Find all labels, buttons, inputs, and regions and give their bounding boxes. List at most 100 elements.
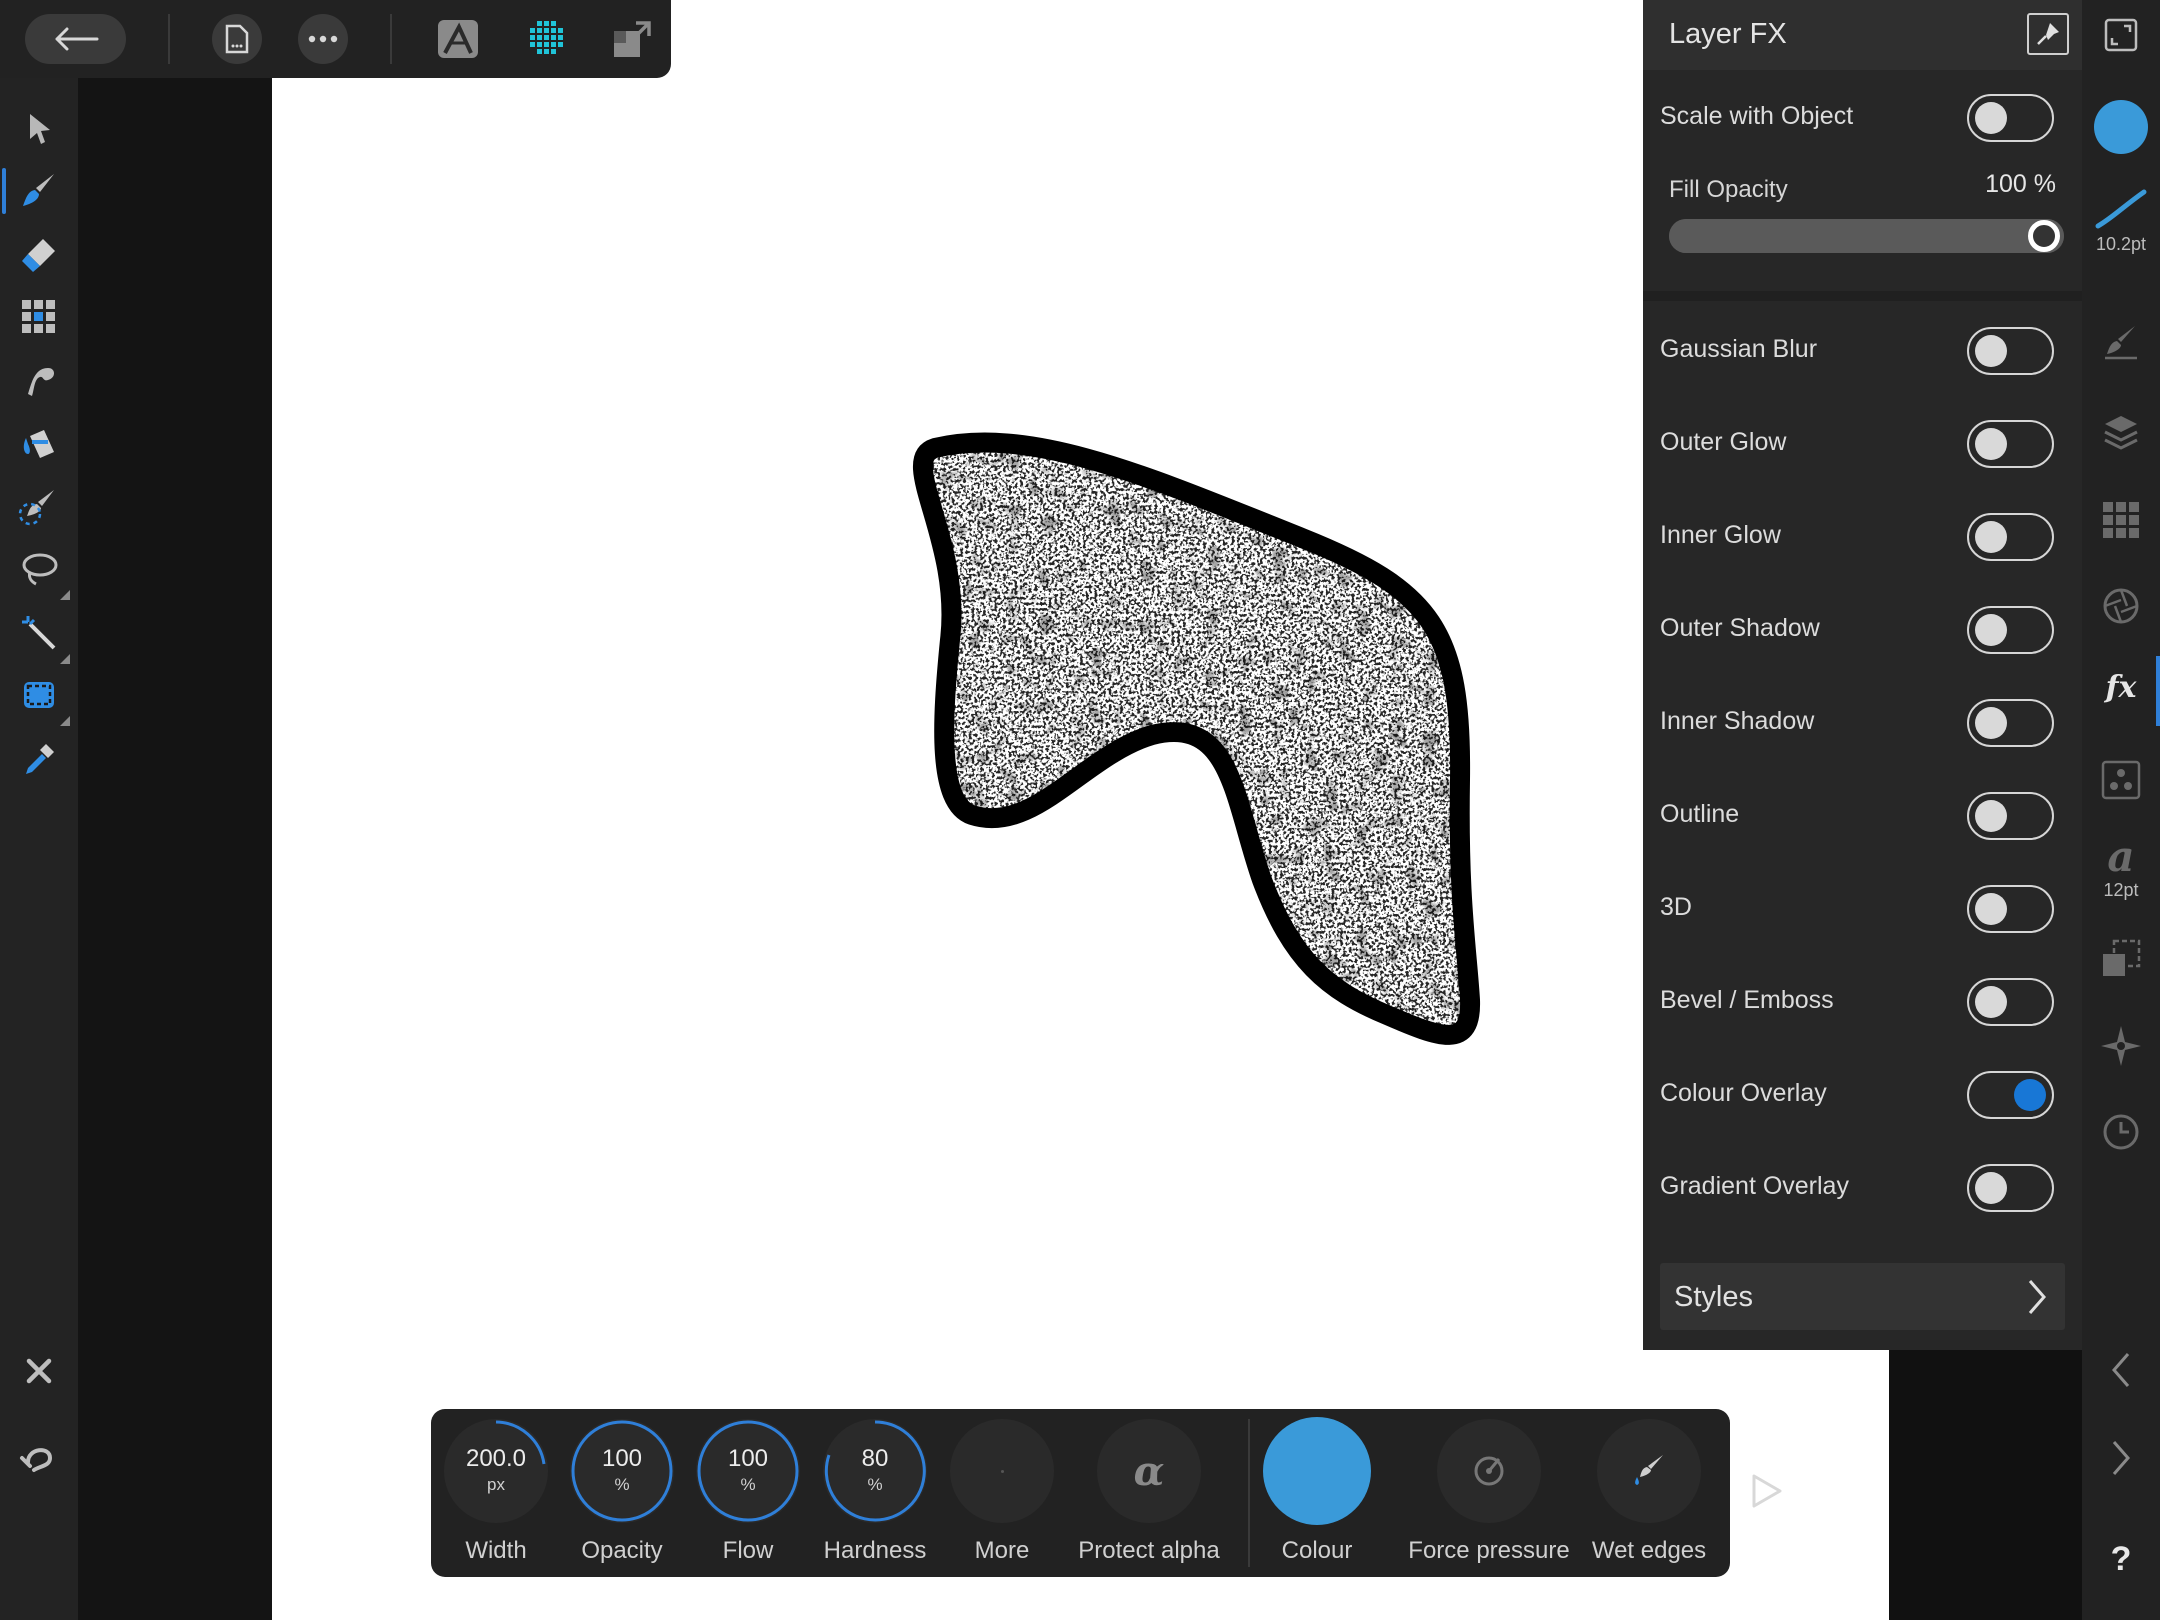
opacity-control[interactable]: 100 % Opacity (566, 1419, 678, 1565)
force-pressure-control[interactable]: Force pressure (1391, 1419, 1587, 1565)
document-menu-button[interactable] (212, 14, 262, 64)
fill-opacity-slider[interactable] (1669, 219, 2064, 253)
delete-action[interactable] (14, 1612, 64, 1620)
wet-edges-button[interactable] (1597, 1419, 1701, 1523)
photo-persona-button[interactable] (433, 14, 483, 64)
pin-button[interactable] (2027, 13, 2069, 55)
styles-button[interactable]: Styles (1660, 1263, 2065, 1330)
flood-fill-tool[interactable] (14, 418, 64, 468)
width-control[interactable]: 200.0 px Width (440, 1419, 552, 1565)
flow-dial[interactable]: 100 % (696, 1419, 800, 1523)
brushes-studio-button[interactable] (2082, 322, 2160, 362)
scale-with-object-toggle[interactable] (1967, 94, 2054, 142)
selection-brush-tool[interactable] (14, 482, 64, 532)
hardness-control[interactable]: 80 % Hardness (819, 1419, 931, 1565)
wet-edges-control[interactable]: Wet edges (1584, 1419, 1714, 1565)
more-button[interactable] (950, 1419, 1054, 1523)
adjustments-studio-button[interactable] (2082, 586, 2160, 626)
layers-studio-button[interactable] (2082, 412, 2160, 452)
outer-shadow-toggle[interactable] (1967, 606, 2054, 654)
pixel-persona-button[interactable] (520, 14, 570, 64)
opacity-dial[interactable]: 100 % (570, 1419, 674, 1523)
pin-icon (2037, 23, 2059, 45)
pixel-tool[interactable] (14, 292, 64, 342)
layer-fx-studio-button[interactable]: fx (2082, 656, 2160, 726)
channels-studio-button[interactable] (2082, 500, 2160, 540)
more-control[interactable]: More (946, 1419, 1058, 1565)
outline-label: Outline (1660, 800, 1740, 828)
transform-icon (2103, 939, 2141, 976)
outline-row: Outline (1643, 770, 2082, 863)
toggle-knob (1975, 707, 2007, 739)
history-studio-button[interactable] (2082, 1112, 2160, 1152)
erase-brush-tool[interactable] (14, 230, 64, 280)
colour-control[interactable]: Colour (1261, 1417, 1373, 1565)
pressure-gauge-icon (1474, 1456, 1504, 1486)
brush-stroke-icon (2095, 189, 2147, 229)
lasso-tool[interactable] (14, 544, 70, 600)
inner-glow-label: Inner Glow (1660, 521, 1781, 549)
move-tool[interactable] (14, 104, 64, 154)
hardness-dial[interactable]: 80 % (823, 1419, 927, 1523)
active-indicator (2156, 656, 2160, 726)
inner-glow-toggle[interactable] (1967, 513, 2054, 561)
fill-opacity-slider-thumb[interactable] (2028, 220, 2060, 252)
paint-brush-tool[interactable] (2, 166, 64, 216)
colour-studio-button[interactable] (2082, 100, 2160, 154)
marquee-tool[interactable] (14, 670, 70, 726)
expand-studio-button[interactable] (2082, 1440, 2160, 1476)
collapse-studio-button[interactable] (2082, 1352, 2160, 1388)
panel-title: Layer FX (1669, 18, 1787, 50)
undo-icon (20, 1448, 53, 1472)
fill-opacity-label: Fill Opacity (1669, 176, 1788, 203)
fill-opacity-slider-fill (1669, 219, 2064, 253)
transform-studio-button[interactable] (2082, 938, 2160, 980)
top-toolbar (0, 0, 671, 78)
colour-overlay-row: Colour Overlay (1643, 1049, 2082, 1142)
flow-control[interactable]: 100 % Flow (692, 1419, 804, 1565)
layers-icon (2104, 416, 2138, 450)
colour-overlay-toggle[interactable] (1967, 1071, 2054, 1119)
outline-toggle[interactable] (1967, 792, 2054, 840)
brush-width-studio-button[interactable]: 10.2pt (2082, 186, 2160, 255)
3d-label: 3D (1660, 893, 1692, 921)
protect-alpha-button[interactable]: α (1097, 1419, 1201, 1523)
fill-opacity-value[interactable]: 100 % (1985, 170, 2056, 199)
magic-wand-tool[interactable] (14, 608, 70, 664)
gaussian-blur-toggle[interactable] (1967, 327, 2054, 375)
colour-swatch-button[interactable] (1263, 1417, 1371, 1525)
navigator-studio-button[interactable] (2082, 1024, 2160, 1068)
brush-icon (2105, 326, 2137, 360)
export-persona-button[interactable] (607, 14, 657, 64)
clock-icon (2103, 1114, 2139, 1150)
inner-shadow-toggle[interactable] (1967, 699, 2054, 747)
toggle-knob (1975, 102, 2007, 134)
wet-brush-icon (1635, 1455, 1663, 1485)
close-action[interactable] (14, 1346, 64, 1396)
chevron-right-icon (2028, 1280, 2046, 1314)
back-button[interactable] (25, 14, 126, 64)
force-pressure-label: Force pressure (1408, 1537, 1570, 1564)
outer-glow-toggle[interactable] (1967, 420, 2054, 468)
smudge-icon (28, 368, 54, 396)
more-options-button[interactable] (298, 14, 348, 64)
fullscreen-button[interactable] (2082, 18, 2160, 52)
width-dial[interactable]: 200.0 px (444, 1419, 548, 1523)
bevel-emboss-toggle[interactable] (1967, 978, 2054, 1026)
force-pressure-button[interactable] (1437, 1419, 1541, 1523)
help-button[interactable]: ? (2082, 1540, 2160, 1579)
export-persona-icon (614, 21, 651, 57)
pixel-grid-icon (22, 300, 55, 333)
play-icon[interactable] (1748, 1472, 1786, 1510)
aperture-icon (2103, 588, 2139, 624)
inner-shadow-row: Inner Shadow (1643, 677, 2082, 770)
3d-toggle[interactable] (1967, 885, 2054, 933)
hardness-label: Hardness (823, 1537, 927, 1564)
text-studio-button[interactable]: a 12pt (2082, 836, 2160, 901)
undo-action[interactable] (14, 1432, 64, 1482)
styles-studio-button[interactable] (2082, 760, 2160, 800)
colour-picker-tool[interactable] (14, 734, 64, 784)
protect-alpha-control[interactable]: α Protect alpha (1073, 1419, 1225, 1565)
smudge-tool[interactable] (14, 356, 64, 406)
gradient-overlay-toggle[interactable] (1967, 1164, 2054, 1212)
